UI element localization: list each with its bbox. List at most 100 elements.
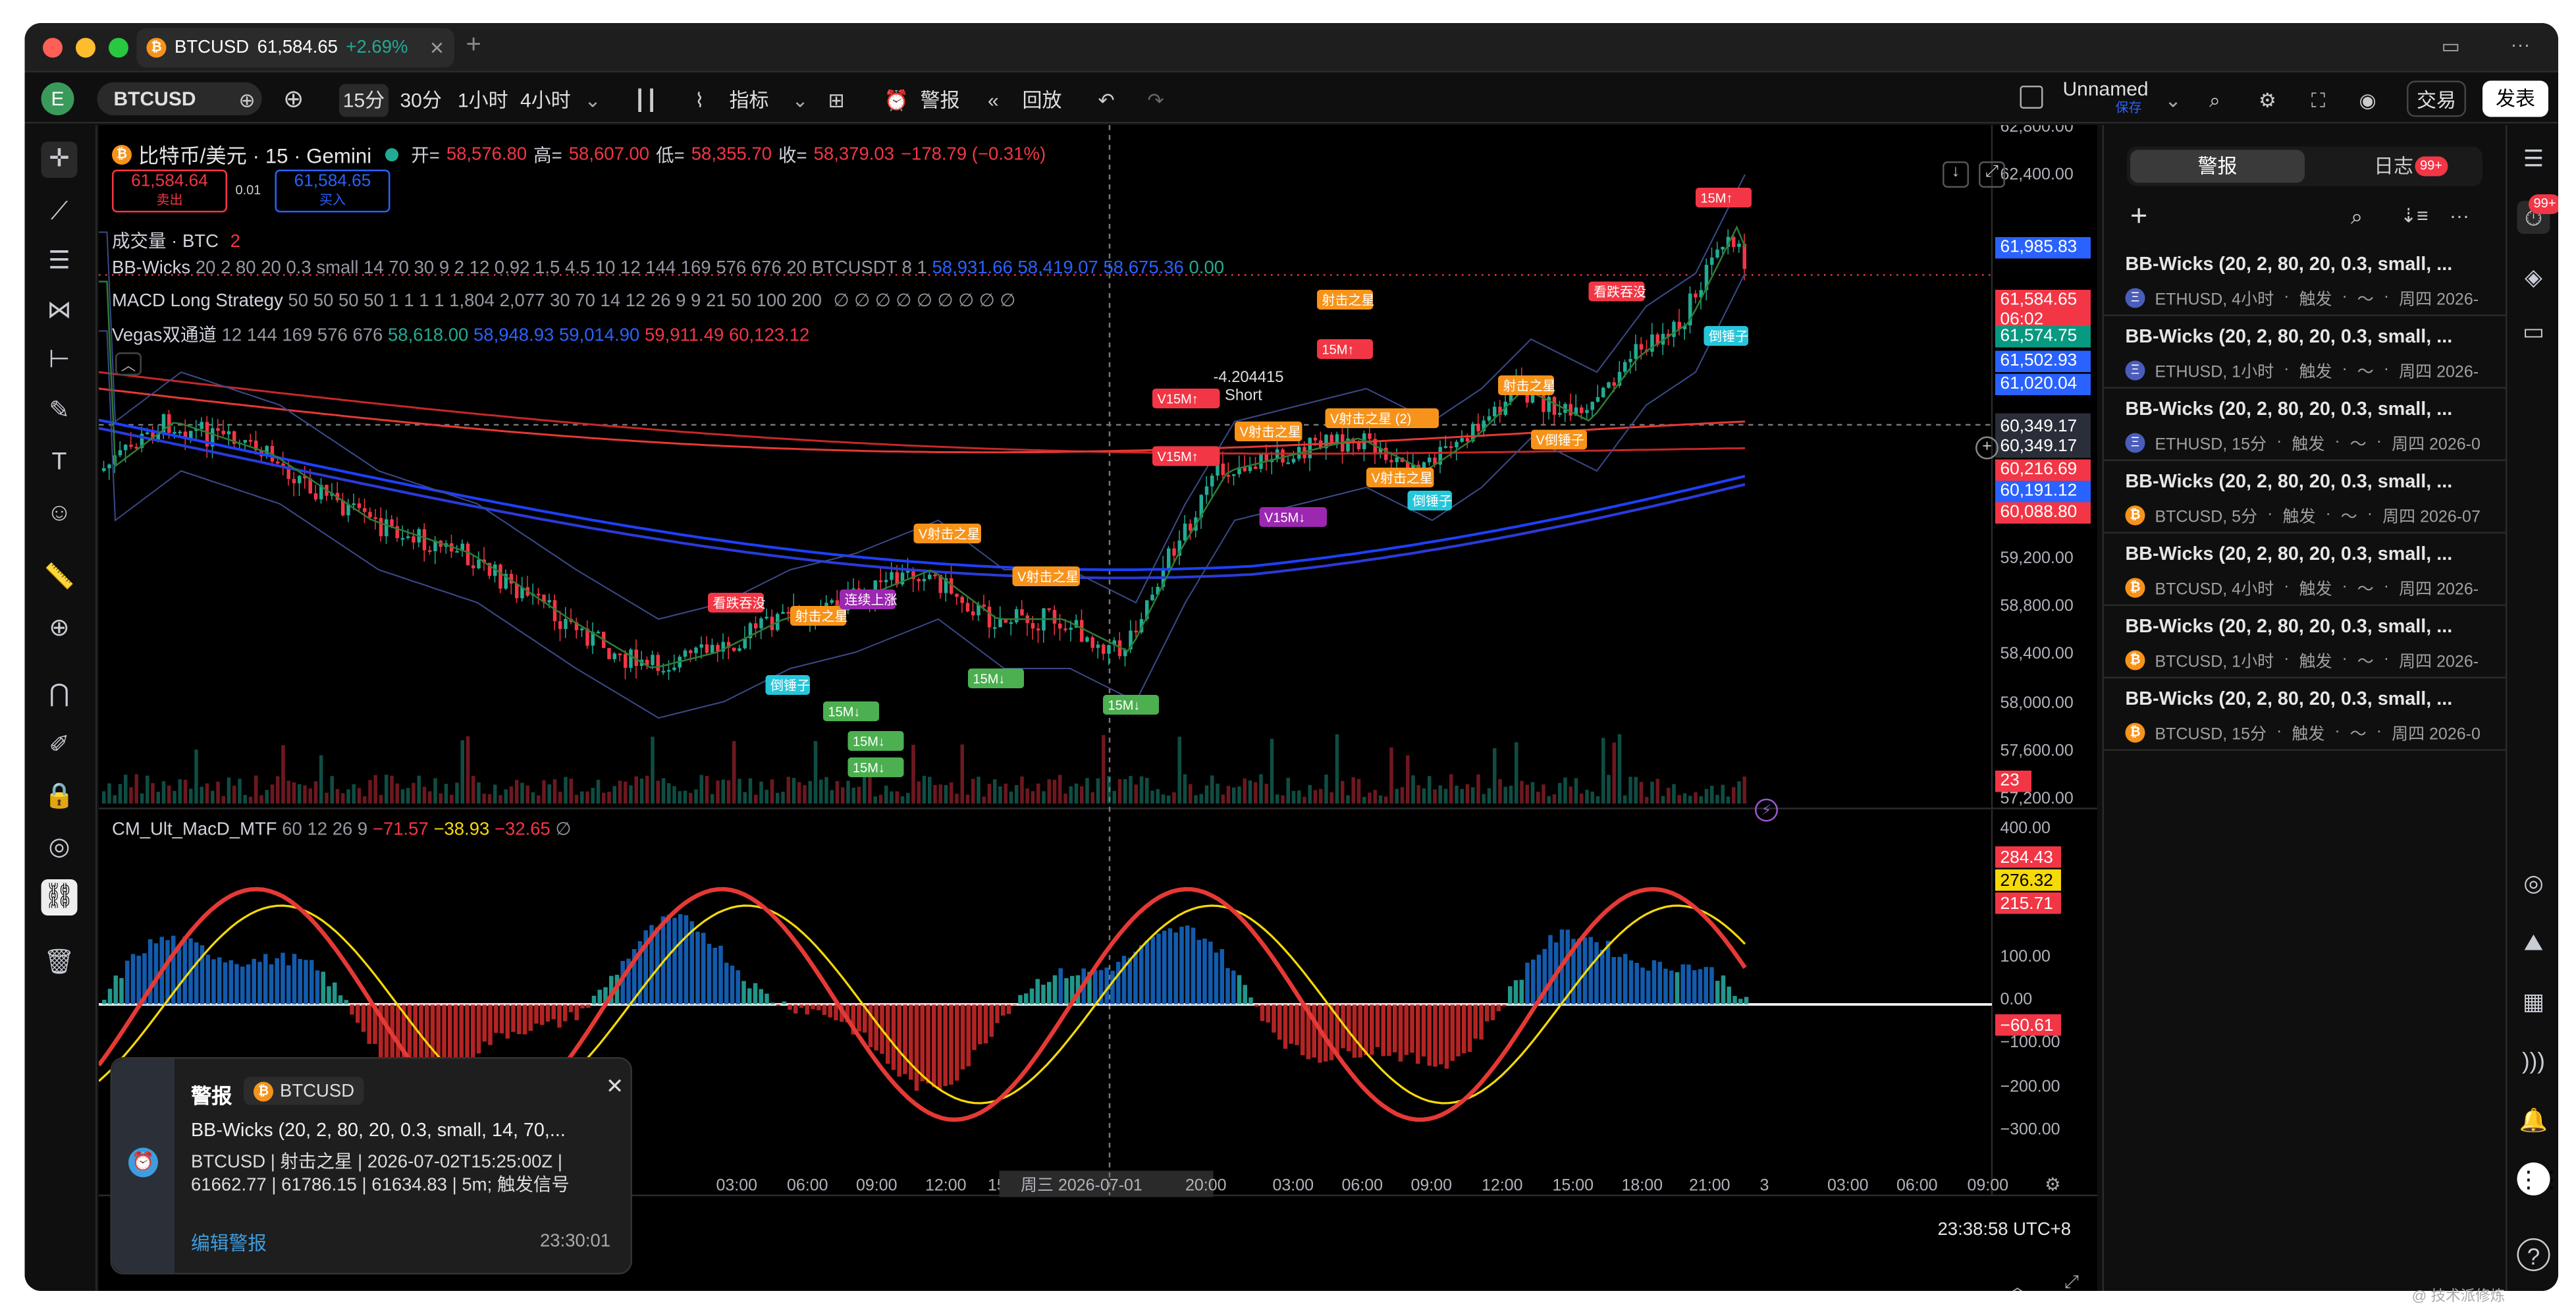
settings-icon[interactable]: ⚙ (2045, 1174, 2061, 1195)
clock-utc[interactable]: 23:38:58 UTC+8 (1938, 1220, 2072, 1240)
candle-type-icon[interactable]: ┃┃ (634, 84, 658, 117)
price-tag: 61,985.83 (1995, 237, 2091, 259)
add-symbol-button[interactable]: ⊕ (283, 84, 304, 117)
chat-icon[interactable]: ▭ (2517, 315, 2550, 348)
fullscreen-icon[interactable]: ⛶ (2311, 84, 2325, 117)
crosshair-icon[interactable]: ✛ (41, 142, 78, 178)
notification-icon[interactable]: 🔔 (2517, 1103, 2550, 1136)
alert-list-item[interactable]: BB-Wicks (20, 2, 80, 20, 0.3, small, ...… (2104, 389, 2508, 461)
maximize-window-button[interactable] (109, 38, 128, 58)
close-icon[interactable]: ✕ (606, 1074, 624, 1100)
link-icon[interactable]: ⛓ (41, 879, 78, 916)
pencil-lock-icon[interactable]: ✐ (41, 728, 78, 764)
interval-1h[interactable]: 1小时 (458, 84, 508, 117)
alert-button[interactable]: 警报 (921, 84, 960, 117)
screen-icon[interactable]: ▭ (2442, 35, 2460, 58)
osc-histogram-bar (1231, 970, 1236, 1004)
collapse-legend-icon[interactable]: ︿ (115, 352, 142, 375)
more-icon[interactable]: ··· (2511, 33, 2531, 56)
scroll-down-icon[interactable]: ↓ (1943, 161, 1969, 188)
alarm-icon[interactable]: ⏰ (884, 84, 909, 117)
apps-grid-icon[interactable]: ⋮⋮ (2517, 1162, 2558, 1195)
text-icon[interactable]: T (41, 445, 78, 481)
volume-bar (140, 793, 144, 804)
help-icon[interactable]: ? (2517, 1238, 2550, 1271)
pattern-icon[interactable]: ⋈ (41, 293, 78, 329)
candle (1286, 462, 1291, 464)
avatar[interactable]: E (41, 82, 74, 115)
chevron-down-icon[interactable]: ⌄ (585, 84, 601, 117)
quick-search-icon[interactable]: ⌕ (2209, 84, 2220, 117)
maximize-pane-icon[interactable]: ⤢ (1979, 161, 2005, 188)
edit-alert-link[interactable]: 编辑警报 (191, 1230, 267, 1257)
alert-list-item[interactable]: BB-Wicks (20, 2, 80, 20, 0.3, small, ...… (2104, 316, 2508, 389)
eye-icon[interactable]: ◎ (41, 830, 78, 866)
interval-15m[interactable]: 15分 (339, 84, 389, 117)
alert-list-item[interactable]: BB-Wicks (20, 2, 80, 20, 0.3, small, ...… (2104, 244, 2508, 316)
more-icon[interactable]: ··· (2450, 204, 2469, 227)
stream-icon[interactable]: ))) (2517, 1044, 2550, 1077)
candle (385, 519, 389, 537)
ideas-icon[interactable]: ⛰ (2517, 925, 2550, 958)
emoji-icon[interactable]: ☺ (41, 496, 78, 532)
symbol-search[interactable]: BTCUSD (97, 82, 262, 115)
chevron-down-icon[interactable]: ⌄ (2165, 84, 2182, 117)
expand-icon[interactable]: ⤢ (2064, 1273, 2079, 1292)
undo-icon[interactable]: ↶ (1098, 84, 1115, 117)
compass-icon[interactable]: ◎ (2517, 866, 2550, 899)
candle (1183, 523, 1187, 541)
settings-icon[interactable]: ⚙ (2259, 84, 2276, 117)
layout-checkbox[interactable] (2020, 86, 2043, 109)
layers-icon[interactable]: ◈ (2517, 260, 2550, 293)
trash-icon[interactable]: 🗑 (41, 945, 78, 981)
osc-histogram-bar (926, 1004, 930, 1083)
interval-4h[interactable]: 4小时 (520, 84, 571, 117)
brush-icon[interactable]: ✎ (41, 394, 78, 430)
publish-button[interactable]: 发表 (2482, 80, 2548, 117)
camera-icon[interactable]: ◉ (2359, 84, 2376, 117)
search-icon[interactable]: ⌕ (2351, 204, 2363, 231)
close-window-button[interactable] (43, 38, 63, 58)
minimize-window-button[interactable] (76, 38, 95, 58)
tab-alerts[interactable]: 警报 (2130, 150, 2305, 183)
indicators-icon[interactable]: ⌇ (695, 84, 705, 117)
replay-button[interactable]: 回放 (1023, 84, 1062, 117)
alert-list-item[interactable]: BB-Wicks (20, 2, 80, 20, 0.3, small, ...… (2104, 678, 2508, 751)
ruler-icon[interactable]: 📏 (41, 560, 78, 596)
redo-icon[interactable]: ↷ (1148, 84, 1164, 117)
trade-button[interactable]: 交易 (2407, 80, 2466, 117)
osc-histogram-bar (1283, 1004, 1288, 1049)
lock-icon[interactable]: 🔒 (41, 779, 78, 815)
alert-list-item[interactable]: BB-Wicks (20, 2, 80, 20, 0.3, small, ...… (2104, 606, 2508, 678)
compare-icon[interactable]: ⊕ (239, 84, 255, 117)
sell-button[interactable]: 61,584.64 卖出 (112, 169, 227, 213)
alert-list-item[interactable]: BB-Wicks (20, 2, 80, 20, 0.3, small, ...… (2104, 461, 2508, 533)
bitcoin-icon: ₿ (2125, 577, 2145, 597)
tab-log[interactable]: 日志 (2374, 150, 2413, 183)
new-tab-button[interactable]: + (466, 32, 481, 61)
sort-icon[interactable]: ⇣≡ (2400, 204, 2428, 227)
chevron-down-icon[interactable]: ⌄ (792, 84, 809, 117)
magnet-icon[interactable]: ⋂ (41, 677, 78, 713)
tab-close-icon[interactable]: ✕ (429, 37, 444, 59)
watchlist-icon[interactable]: ☰ (2517, 142, 2550, 175)
buy-button[interactable]: 61,584.65 买入 (275, 169, 390, 213)
volume-bar (1493, 748, 1497, 804)
alert-list-item[interactable]: BB-Wicks (20, 2, 80, 20, 0.3, small, ...… (2104, 533, 2508, 606)
tab-btcusd[interactable]: ₿ BTCUSD 61,584.65 +2.69% ✕ (136, 28, 454, 68)
projection-icon[interactable]: ⊢ (41, 342, 78, 379)
osc-histogram-bar (1064, 978, 1069, 1004)
zoom-in-icon[interactable]: ⊕ (41, 611, 78, 647)
lightning-icon[interactable]: ⚡ (1755, 798, 1778, 822)
layout-grid-icon[interactable]: ⊞ (828, 84, 845, 117)
interval-30m[interactable]: 30分 (400, 84, 442, 117)
trend-line-icon[interactable]: ⟋ (41, 194, 78, 231)
fib-icon[interactable]: ☰ (41, 244, 78, 280)
add-line-icon[interactable]: + (1975, 436, 1999, 460)
candle (412, 536, 416, 543)
replay-icon[interactable]: « (988, 84, 999, 117)
indicators-button[interactable]: 指标 (730, 84, 769, 117)
add-alert-icon[interactable]: + (2130, 200, 2147, 234)
calendar-icon[interactable]: ▦ (2517, 985, 2550, 1018)
chevron-up-icon[interactable]: ︿ (2008, 1273, 2027, 1291)
